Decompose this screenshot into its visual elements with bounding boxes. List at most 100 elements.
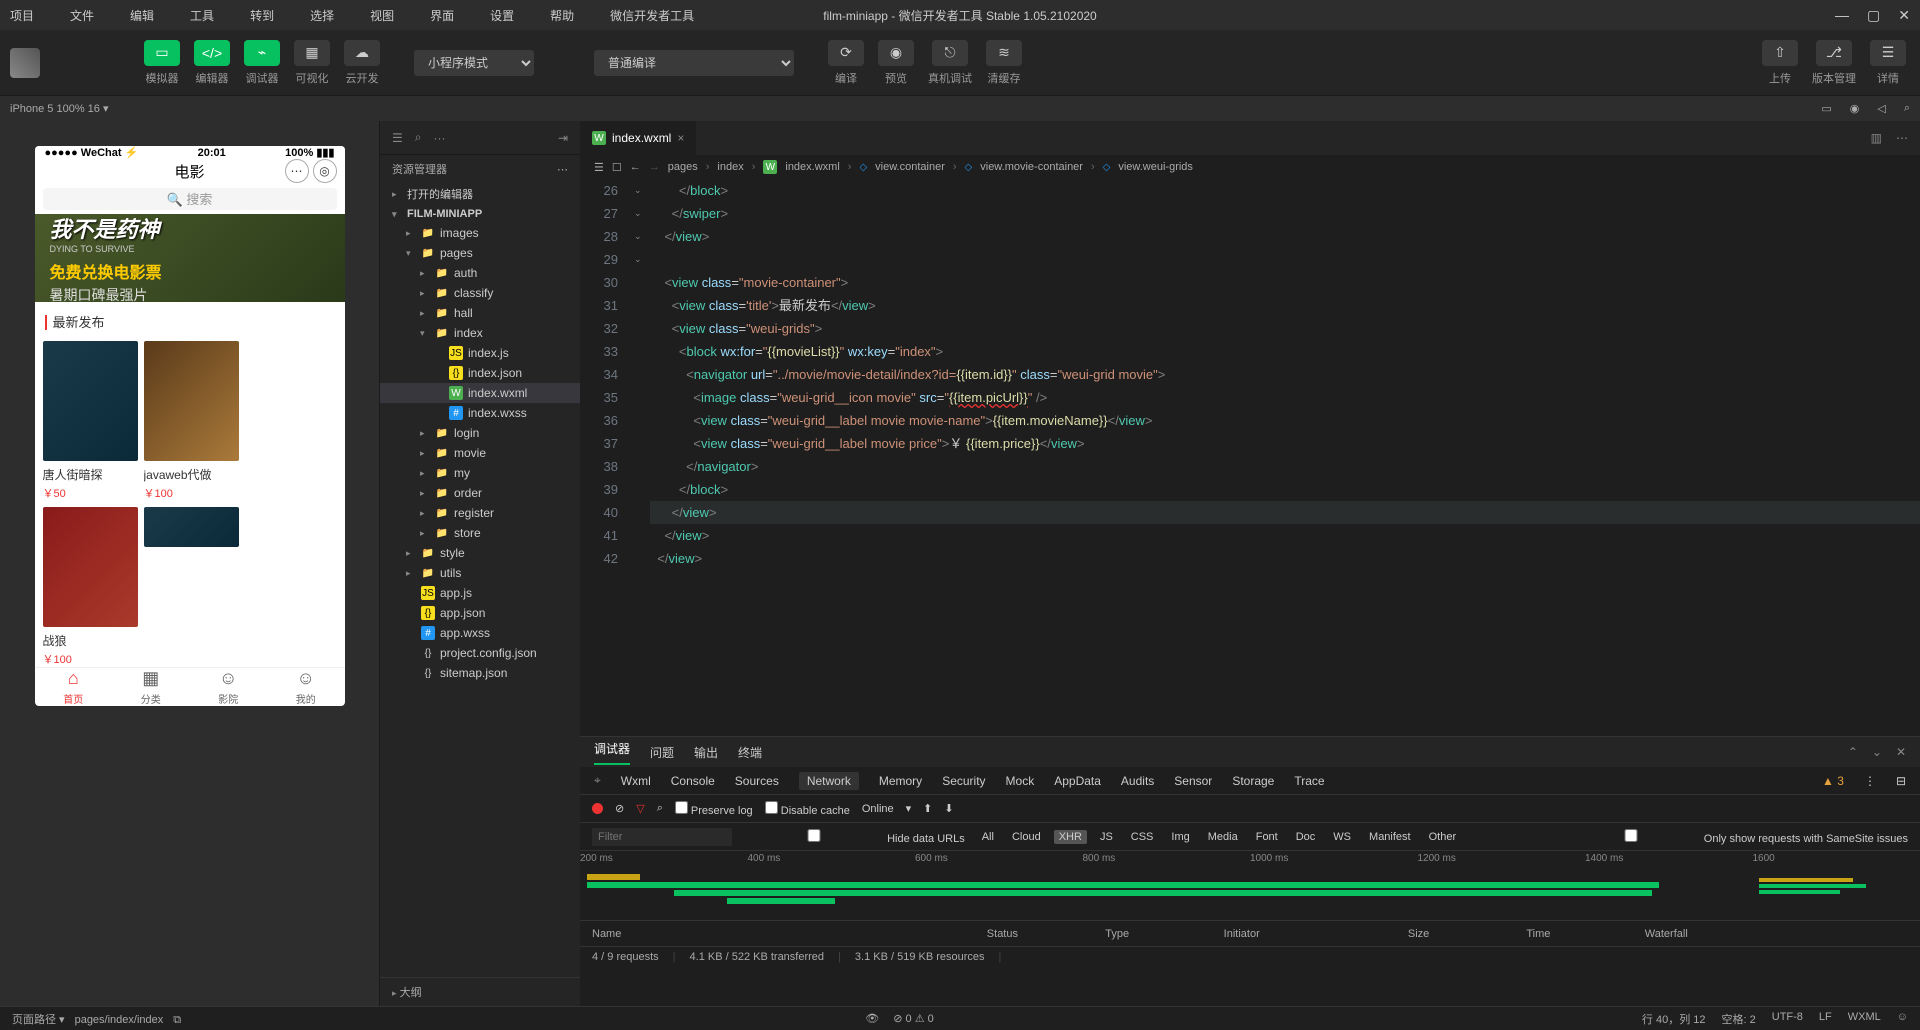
tool-版本管理[interactable]: ⎇版本管理 <box>1808 40 1860 86</box>
tree-item-hall[interactable]: ▸📁hall <box>380 303 580 323</box>
net-header-Size[interactable]: Size <box>1408 928 1526 940</box>
target-icon[interactable]: ◎ <box>313 159 337 183</box>
status-item[interactable]: UTF-8 <box>1772 1011 1803 1027</box>
tool-上传[interactable]: ⇧上传 <box>1758 40 1802 86</box>
tree-item-app.js[interactable]: JSapp.js <box>380 583 580 603</box>
tree-item-style[interactable]: ▸📁style <box>380 543 580 563</box>
phone-preview[interactable]: ●●●●● WeChat ⚡ 20:01 100% ▮▮▮ 电影 ⋯ ◎ 🔍 搜… <box>35 146 345 706</box>
more-icon[interactable]: ⋯ <box>1896 131 1908 145</box>
section-project[interactable]: FILM-MINIAPP <box>407 208 482 220</box>
breadcrumb-item[interactable]: pages <box>668 161 698 173</box>
tree-item-pages[interactable]: ▾📁pages <box>380 243 580 263</box>
device-selector[interactable]: iPhone 5 100% 16 ▾ <box>10 102 108 115</box>
devicebar-icon[interactable]: ◉ <box>1850 102 1860 115</box>
breadcrumb-item[interactable]: view.weui-grids <box>1118 161 1193 173</box>
filter-Other[interactable]: Other <box>1424 830 1462 844</box>
forward-icon[interactable]: → <box>649 161 660 173</box>
download-icon[interactable]: ⬇ <box>944 802 953 815</box>
devtools-tab-终端[interactable]: 终端 <box>738 744 762 761</box>
tool-编译[interactable]: ⟳编译 <box>824 40 868 86</box>
devicebar-icon[interactable]: ◁ <box>1877 102 1885 115</box>
tree-item-index.wxml[interactable]: Windex.wxml <box>380 383 580 403</box>
breadcrumb[interactable]: ☰ ☐ ← → pages›index›Windex.wxml›◇view.co… <box>580 155 1920 179</box>
list-icon[interactable]: ☰ <box>594 161 604 174</box>
movie-card[interactable]: 唐人街暗探￥50 <box>43 341 138 501</box>
tool-清缓存[interactable]: ≋清缓存 <box>982 40 1026 86</box>
tree-item-my[interactable]: ▸📁my <box>380 463 580 483</box>
tool-编辑器[interactable]: </>编辑器 <box>190 40 234 86</box>
breadcrumb-item[interactable]: index.wxml <box>785 161 839 173</box>
chevron-down-icon[interactable]: ⌄ <box>1872 745 1882 759</box>
tree-item-sitemap.json[interactable]: {}sitemap.json <box>380 663 580 683</box>
tree-item-login[interactable]: ▸📁login <box>380 423 580 443</box>
tool-预览[interactable]: ◉预览 <box>874 40 918 86</box>
status-item[interactable]: 行 40，列 12 <box>1642 1011 1706 1027</box>
more-icon[interactable]: ⋮ <box>1864 774 1876 788</box>
menu-编辑[interactable]: 编辑 <box>130 7 154 24</box>
net-header-Initiator[interactable]: Initiator <box>1224 928 1408 940</box>
movie-card[interactable]: 战狼￥100 <box>43 507 138 667</box>
filter-Doc[interactable]: Doc <box>1291 830 1321 844</box>
outline-section[interactable]: 大纲 <box>400 987 422 999</box>
tab-分类[interactable]: ▦分类 <box>112 668 190 706</box>
status-item[interactable]: pages/index/index <box>75 1014 164 1026</box>
devtools-subtab-Trace[interactable]: Trace <box>1294 774 1324 788</box>
network-filter-input[interactable] <box>592 828 732 846</box>
compile-select[interactable]: 普通编译 <box>594 50 794 76</box>
split-icon[interactable]: ▥ <box>1871 131 1882 145</box>
tab-首页[interactable]: ⌂首页 <box>35 668 113 706</box>
status-item[interactable]: ⊘ 0 ⚠ 0 <box>893 1013 933 1025</box>
menu-项目[interactable]: 项目 <box>10 7 34 24</box>
tool-详情[interactable]: ☰详情 <box>1866 40 1910 86</box>
network-timeline[interactable]: 200 ms400 ms600 ms800 ms1000 ms1200 ms14… <box>580 851 1920 921</box>
upload-icon[interactable]: ⬆ <box>923 802 932 815</box>
close-icon[interactable]: ✕ <box>1896 745 1906 759</box>
tree-item-index.json[interactable]: {}index.json <box>380 363 580 383</box>
tab-影院[interactable]: ☺影院 <box>190 668 268 706</box>
devtools-subtab-Console[interactable]: Console <box>671 774 715 788</box>
filter-icon[interactable]: ▽ <box>636 802 644 815</box>
explorer-action-icon[interactable]: ⌕ <box>415 130 422 145</box>
breadcrumb-item[interactable]: view.container <box>875 161 945 173</box>
minimize-icon[interactable]: — <box>1835 7 1849 24</box>
tree-item-classify[interactable]: ▸📁classify <box>380 283 580 303</box>
status-item[interactable]: 👁 <box>865 1013 879 1025</box>
tree-item-images[interactable]: ▸📁images <box>380 223 580 243</box>
net-header-Type[interactable]: Type <box>1105 928 1223 940</box>
tree-item-app.json[interactable]: {}app.json <box>380 603 580 623</box>
movie-card[interactable] <box>144 507 239 667</box>
menu-设置[interactable]: 设置 <box>490 7 514 24</box>
status-item[interactable]: 空格: 2 <box>1722 1011 1756 1027</box>
devtools-subtab-Mock[interactable]: Mock <box>1006 774 1035 788</box>
menu-icon[interactable]: ⋯ <box>285 159 309 183</box>
menu-界面[interactable]: 界面 <box>430 7 454 24</box>
breadcrumb-item[interactable]: index <box>717 161 743 173</box>
menu-微信开发者工具[interactable]: 微信开发者工具 <box>610 7 694 24</box>
devtools-tab-输出[interactable]: 输出 <box>694 744 718 761</box>
hide-dataurls-checkbox[interactable]: Hide data URLs <box>744 829 965 845</box>
devtools-subtab-Storage[interactable]: Storage <box>1232 774 1274 788</box>
explorer-action-icon[interactable]: ··· <box>434 131 446 145</box>
maximize-icon[interactable]: ▢ <box>1867 7 1880 24</box>
close-icon[interactable]: ✕ <box>1898 7 1910 24</box>
breadcrumb-item[interactable]: view.movie-container <box>980 161 1083 173</box>
chevron-up-icon[interactable]: ⌃ <box>1848 745 1858 759</box>
tab-我的[interactable]: ☺我的 <box>267 668 345 706</box>
status-item[interactable]: ⧉ <box>173 1014 181 1026</box>
net-header-Name[interactable]: Name <box>592 928 987 940</box>
back-icon[interactable]: ← <box>630 161 641 173</box>
tree-item-register[interactable]: ▸📁register <box>380 503 580 523</box>
devtools-subtab-AppData[interactable]: AppData <box>1054 774 1101 788</box>
tree-item-store[interactable]: ▸📁store <box>380 523 580 543</box>
filter-JS[interactable]: JS <box>1095 830 1118 844</box>
filter-XHR[interactable]: XHR <box>1054 830 1087 844</box>
collapse-icon[interactable]: ⇥ <box>558 131 568 145</box>
warning-badge[interactable]: ▲ 3 <box>1822 774 1844 788</box>
menu-视图[interactable]: 视图 <box>370 7 394 24</box>
devicebar-icon[interactable]: ▭ <box>1821 102 1831 115</box>
filter-Cloud[interactable]: Cloud <box>1007 830 1046 844</box>
status-item[interactable]: LF <box>1819 1011 1832 1027</box>
movie-card[interactable]: javaweb代做￥100 <box>144 341 239 501</box>
menu-工具[interactable]: 工具 <box>190 7 214 24</box>
devicebar-icon[interactable]: ⌕ <box>1904 102 1910 115</box>
